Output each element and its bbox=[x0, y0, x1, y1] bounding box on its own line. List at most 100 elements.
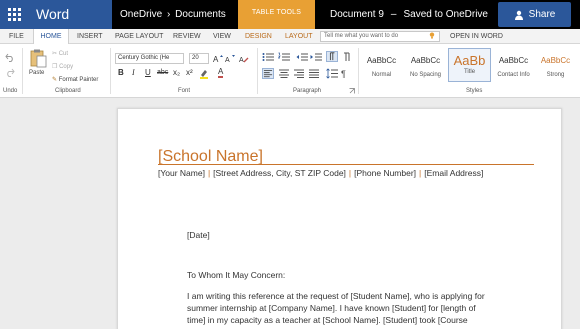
format-painter-button[interactable]: ✎ Format Painter bbox=[52, 76, 98, 84]
breadcrumb: OneDrive › Documents bbox=[120, 0, 226, 29]
italic-button[interactable]: I bbox=[132, 68, 135, 78]
word-online-window: Word Online OneDrive › Documents TABLE T… bbox=[0, 0, 580, 329]
justify-icon[interactable] bbox=[308, 69, 320, 79]
body-line-1[interactable]: I am writing this reference at the reque… bbox=[187, 291, 485, 302]
open-in-word-button[interactable]: OPEN IN WORD bbox=[450, 29, 503, 44]
align-center-icon[interactable] bbox=[278, 69, 290, 79]
your-name-field: [Your Name] bbox=[158, 168, 205, 178]
lightbulb-icon bbox=[429, 32, 435, 39]
ribbon-divider bbox=[358, 48, 359, 94]
tell-me-search-input[interactable]: Tell me what you want to do bbox=[320, 31, 440, 42]
undo-icon[interactable] bbox=[5, 53, 15, 62]
right-to-left-icon[interactable] bbox=[341, 52, 353, 62]
date-field[interactable]: [Date] bbox=[187, 230, 210, 241]
breadcrumb-documents[interactable]: Documents bbox=[175, 9, 226, 20]
style-preview: AaBbCc bbox=[366, 56, 397, 65]
street-address-field: [Street Address, City, ST ZIP Code] bbox=[213, 168, 346, 178]
font-color-button[interactable]: A bbox=[218, 68, 224, 78]
style-preview: AaBbCc bbox=[540, 56, 571, 65]
document-title: Document 9– Saved to OneDrive bbox=[330, 0, 488, 29]
style-name: Strong bbox=[546, 72, 565, 78]
grow-font-icon[interactable]: A bbox=[213, 54, 223, 63]
strikethrough-button[interactable]: abc bbox=[157, 68, 168, 78]
dialog-launcher-icon[interactable] bbox=[349, 88, 355, 94]
title-separator: – bbox=[390, 9, 397, 20]
salutation[interactable]: To Whom It May Concern: bbox=[187, 270, 285, 281]
svg-text:¶: ¶ bbox=[341, 69, 346, 79]
style-no-spacing[interactable]: AaBbCc No Spacing bbox=[404, 48, 447, 82]
tab-layout[interactable]: LAYOUT bbox=[285, 29, 313, 44]
tab-insert[interactable]: INSERT bbox=[77, 29, 103, 44]
cut-label: Cut bbox=[58, 51, 69, 57]
tab-file[interactable]: FILE bbox=[9, 29, 24, 44]
style-preview: AaBb bbox=[453, 53, 486, 68]
underline-button[interactable]: U bbox=[145, 68, 151, 78]
waffle-icon bbox=[8, 8, 21, 21]
heading-rule bbox=[158, 164, 534, 165]
style-normal[interactable]: AaBbCc Normal bbox=[360, 48, 403, 82]
font-size-select[interactable]: 20 bbox=[189, 53, 209, 64]
clipboard-icon bbox=[30, 49, 47, 68]
svg-text:A: A bbox=[239, 57, 244, 63]
contact-line[interactable]: [Your Name] | [Street Address, City, ST ZI… bbox=[158, 168, 483, 178]
copy-label: Copy bbox=[59, 64, 74, 70]
save-status: Saved to OneDrive bbox=[403, 9, 488, 20]
email-address-field: [Email Address] bbox=[424, 168, 484, 178]
superscript-button[interactable]: x² bbox=[186, 68, 193, 78]
paragraph-mark-icon[interactable]: ¶ bbox=[341, 68, 351, 79]
shrink-font-icon[interactable]: A bbox=[225, 54, 235, 63]
svg-text:A: A bbox=[213, 55, 219, 63]
ribbon-tabs: FILE HOME INSERT PAGE LAYOUT REVIEW VIEW… bbox=[0, 29, 580, 45]
svg-text:A: A bbox=[225, 57, 230, 63]
tab-review[interactable]: REVIEW bbox=[173, 29, 201, 44]
line-spacing-icon[interactable] bbox=[326, 68, 338, 79]
undo-group-label: Undo bbox=[3, 88, 18, 94]
tab-home[interactable]: HOME bbox=[33, 29, 69, 45]
body-line-3[interactable]: time] in my capacity as a teacher at [Sc… bbox=[187, 315, 468, 326]
body-line-2[interactable]: summer internship at [Company Name]. I h… bbox=[187, 303, 476, 314]
contact-separator: | bbox=[207, 168, 211, 178]
tab-page-layout[interactable]: PAGE LAYOUT bbox=[115, 29, 163, 44]
app-launcher-button[interactable] bbox=[0, 0, 29, 29]
left-to-right-icon[interactable] bbox=[326, 51, 338, 62]
copy-button[interactable]: ❐ Copy bbox=[52, 63, 73, 71]
app-name[interactable]: Word Online bbox=[29, 0, 112, 51]
align-left-icon[interactable] bbox=[262, 68, 274, 79]
phone-number-field: [Phone Number] bbox=[354, 168, 417, 178]
style-contact-info[interactable]: AaBbCc Contact Info bbox=[492, 48, 535, 82]
breadcrumb-separator: › bbox=[167, 9, 171, 20]
contact-separator: | bbox=[348, 168, 352, 178]
increase-indent-icon[interactable] bbox=[310, 52, 322, 62]
breadcrumb-onedrive[interactable]: OneDrive bbox=[120, 9, 162, 20]
highlight-icon[interactable] bbox=[199, 68, 211, 79]
style-name: No Spacing bbox=[409, 72, 442, 78]
styles-group-label: Styles bbox=[466, 88, 483, 94]
share-button[interactable]: Share bbox=[498, 2, 571, 27]
cut-button[interactable]: ✂ Cut bbox=[52, 50, 68, 58]
ribbon-divider bbox=[110, 48, 111, 94]
subscript-button[interactable]: x₂ bbox=[173, 68, 180, 78]
bold-button[interactable]: B bbox=[118, 68, 124, 78]
style-name: Contact Info bbox=[497, 72, 530, 78]
document-name[interactable]: Document 9 bbox=[330, 9, 384, 20]
paragraph-group-label: Paragraph bbox=[293, 88, 322, 94]
brush-icon: ✎ bbox=[52, 77, 58, 83]
clear-formatting-icon[interactable]: A bbox=[239, 54, 249, 63]
style-title[interactable]: AaBb Title bbox=[448, 48, 491, 82]
bullets-icon[interactable] bbox=[262, 52, 274, 62]
style-name: Normal bbox=[371, 72, 392, 78]
clipboard-group-label: Clipboard bbox=[55, 88, 81, 94]
decrease-indent-icon[interactable] bbox=[296, 52, 308, 62]
style-preview: AaBbCc bbox=[498, 56, 529, 65]
tab-design[interactable]: DESIGN bbox=[245, 29, 272, 44]
paste-label: Paste bbox=[29, 70, 45, 76]
font-group-label: Font bbox=[178, 88, 191, 94]
align-right-icon[interactable] bbox=[293, 69, 305, 79]
font-name-select[interactable]: Century Gothic (He bbox=[115, 53, 184, 64]
numbering-icon[interactable] bbox=[278, 52, 290, 62]
redo-icon[interactable] bbox=[5, 68, 15, 77]
style-strong[interactable]: AaBbCc Strong bbox=[535, 48, 576, 82]
tab-view[interactable]: VIEW bbox=[213, 29, 231, 44]
user-icon bbox=[514, 10, 523, 20]
style-preview: AaBbCc bbox=[410, 56, 441, 65]
